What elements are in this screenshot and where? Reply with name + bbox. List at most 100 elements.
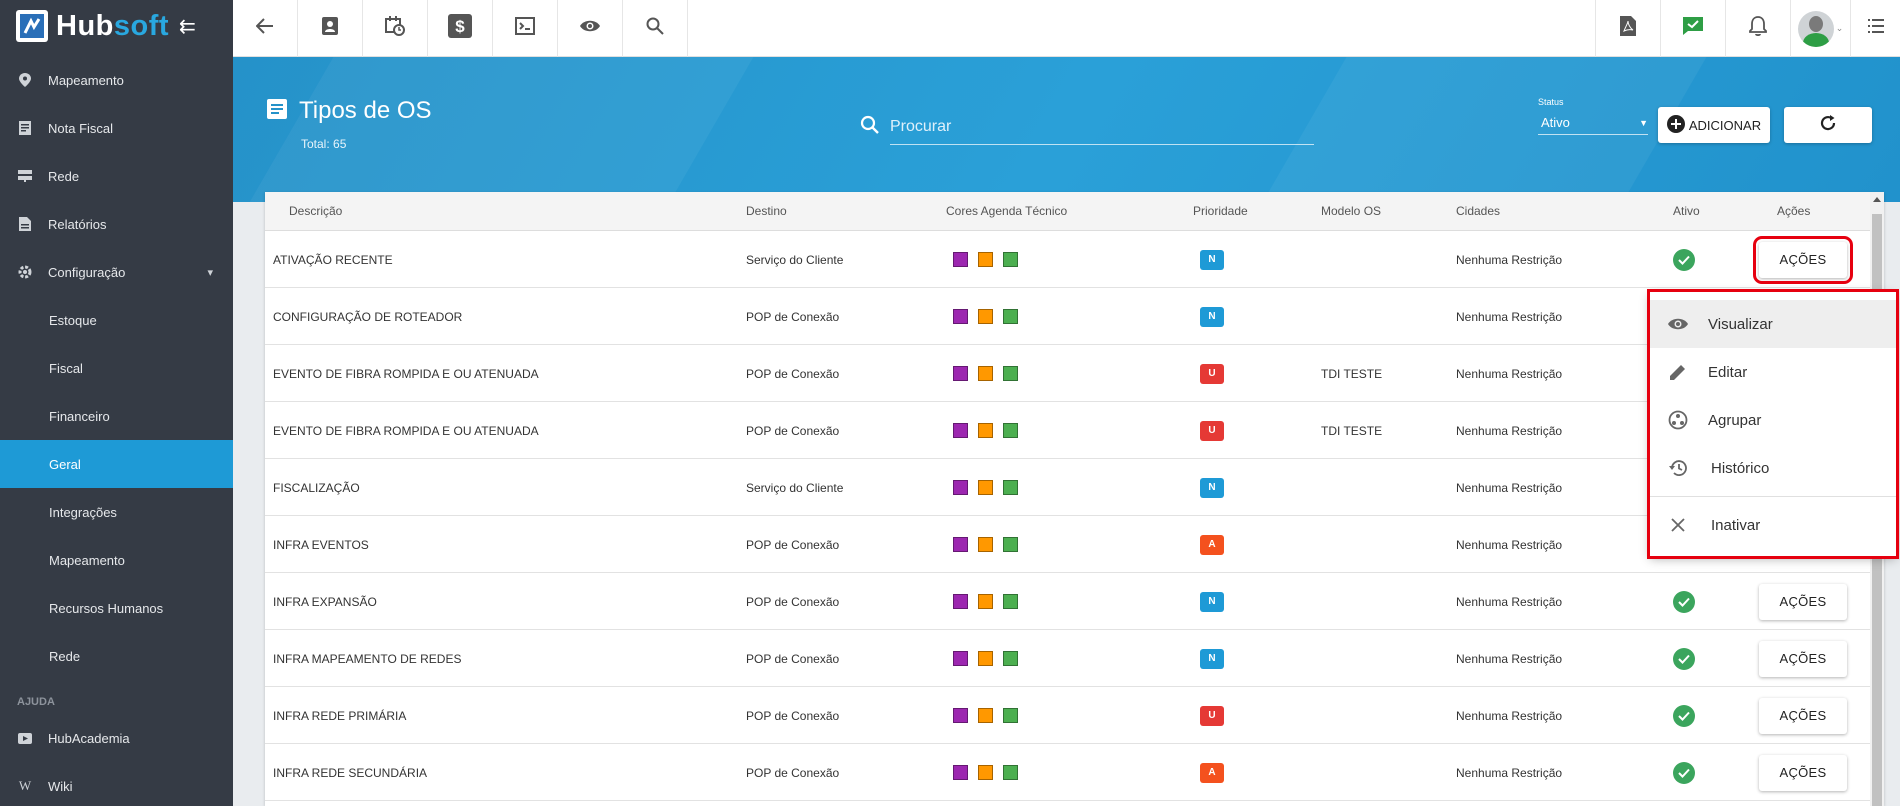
color-swatch (953, 708, 968, 723)
check-circle-icon (1673, 248, 1695, 271)
table-row[interactable]: INFRA MAPEAMENTO DE REDES POP de Conexão N… (265, 630, 1884, 687)
color-swatch (978, 651, 993, 666)
table-row[interactable]: CONFIGURAÇÃO DE ROTEADOR POP de Conexão N N… (265, 288, 1884, 345)
sidebar-item-hubacademia[interactable]: HubAcademia (0, 714, 233, 762)
color-swatch (978, 708, 993, 723)
server-icon (18, 169, 32, 183)
actions-button[interactable]: AÇÕES (1759, 754, 1847, 791)
actions-button[interactable]: AÇÕES (1759, 583, 1847, 620)
cell-ativo (1673, 231, 1695, 288)
schedule-button[interactable] (363, 0, 428, 57)
search-button[interactable] (623, 0, 688, 57)
add-button[interactable]: ADICIONAR (1658, 107, 1770, 143)
history-icon (1666, 459, 1690, 477)
sidebar-subitem-geral[interactable]: Geral (0, 440, 233, 488)
column-header-ativo[interactable]: Ativo (1673, 204, 1700, 218)
actions-button[interactable]: AÇÕES (1759, 640, 1847, 677)
cell-descricao: INFRA REDE SECUNDÁRIA (273, 765, 428, 780)
table-row[interactable]: INFRA REDE PRIMÁRIA POP de Conexão U Nenhum… (265, 687, 1884, 744)
cell-cores (953, 573, 1018, 630)
sidebar-item-wiki[interactable]: W Wiki (0, 762, 233, 806)
search-icon (646, 17, 664, 40)
actions-button[interactable]: AÇÕES (1759, 697, 1847, 734)
brand-name: Hubsoft (56, 9, 170, 42)
cell-acoes: AÇÕES (1753, 231, 1853, 288)
contact-card-icon (322, 17, 338, 40)
sidebar-subitem-estoque[interactable]: Estoque (0, 296, 233, 344)
list-menu-button[interactable] (1850, 0, 1900, 57)
menu-item-inativar[interactable]: Inativar (1650, 501, 1896, 549)
menu-item-label: Agrupar (1708, 411, 1762, 429)
search-input[interactable] (890, 109, 1314, 145)
column-header-cidades[interactable]: Cidades (1456, 204, 1500, 218)
gear-icon (18, 265, 32, 279)
actions-button[interactable]: AÇÕES (1753, 235, 1853, 284)
status-value: Ativo (1541, 115, 1570, 130)
color-swatch (978, 765, 993, 780)
table-row[interactable]: EVENTO DE FIBRA ROMPIDA E OU ATENUADA POP… (265, 402, 1884, 459)
cell-prioridade: A (1200, 516, 1224, 573)
color-swatch (1003, 651, 1018, 666)
table-row[interactable]: ATIVAÇÃO RECENTE Serviço do Cliente N Nenhu… (265, 231, 1884, 288)
bell-icon (1749, 16, 1767, 41)
sidebar-subitem-integracoes[interactable]: Integrações (0, 488, 233, 536)
page-title-wrap: Tipos de OS (267, 97, 432, 125)
sidebar-subitem-recursos-humanos[interactable]: Recursos Humanos (0, 584, 233, 632)
cell-destino: POP de Conexão (746, 708, 840, 723)
sidebar-item-label: Integrações (49, 504, 117, 520)
cell-cidades: Nenhuma Restrição (1456, 594, 1563, 609)
color-swatch (1003, 309, 1018, 324)
column-header-prioridade[interactable]: Prioridade (1193, 204, 1248, 218)
color-swatch (978, 480, 993, 495)
sidebar-subitem-mapeamento[interactable]: Mapeamento (0, 536, 233, 584)
table-row[interactable]: INFRA EXPANSÃO POP de Conexão N Nenhuma Res… (265, 573, 1884, 630)
menu-item-historico[interactable]: Histórico (1650, 444, 1896, 492)
sidebar-item-label: Estoque (49, 312, 97, 328)
column-header-modelo[interactable]: Modelo OS (1321, 204, 1381, 218)
refresh-button[interactable] (1784, 107, 1872, 143)
priority-badge: N (1200, 591, 1224, 612)
back-button[interactable] (233, 0, 298, 57)
menu-item-editar[interactable]: Editar (1650, 348, 1896, 396)
calendar-clock-icon (385, 16, 405, 41)
cell-cidades: Nenhuma Restrição (1456, 651, 1563, 666)
menu-item-label: Inativar (1711, 516, 1761, 534)
financial-button[interactable]: $ (428, 0, 493, 57)
column-header-cores[interactable]: Cores Agenda Técnico (946, 204, 1067, 218)
menu-item-agrupar[interactable]: Agrupar (1650, 396, 1896, 444)
table-row[interactable]: INFRA REDE SECUNDÁRIA POP de Conexão A Nenh… (265, 744, 1884, 801)
table-row[interactable]: EVENTO DE FIBRA ROMPIDA E OU ATENUADA POP… (265, 345, 1884, 402)
brand[interactable]: Hubsoft ⇇ (0, 0, 233, 52)
sidebar-item-configuracao[interactable]: Configuração ▾ (0, 248, 233, 296)
sidebar-subitem-financeiro[interactable]: Financeiro (0, 392, 233, 440)
table-row[interactable]: INFRA EVENTOS POP de Conexão A Nenhuma Rest… (265, 516, 1884, 573)
sidebar-item-mapeamento[interactable]: Mapeamento (0, 56, 233, 104)
view-button[interactable] (558, 0, 623, 57)
color-swatch (1003, 480, 1018, 495)
chat-button[interactable] (1660, 0, 1725, 57)
user-menu[interactable]: ⌄ (1790, 0, 1850, 57)
table-row[interactable]: FISCALIZAÇÃO Serviço do Cliente N Nenhuma R… (265, 459, 1884, 516)
sidebar-subitem-rede[interactable]: Rede (0, 632, 233, 680)
chevron-down-icon: ⌄ (1835, 23, 1844, 33)
column-header-descricao[interactable]: Descrição (289, 204, 342, 218)
terminal-button[interactable] (493, 0, 558, 57)
notifications-button[interactable] (1725, 0, 1790, 57)
cell-cores (953, 630, 1018, 687)
sidebar-item-relatorios[interactable]: Relatórios (0, 200, 233, 248)
contacts-button[interactable] (298, 0, 363, 57)
menu-item-label: Histórico (1711, 459, 1770, 477)
search-icon (860, 115, 880, 140)
column-header-destino[interactable]: Destino (746, 204, 787, 218)
sidebar-item-label: Wiki (48, 778, 73, 794)
sidebar-item-nota-fiscal[interactable]: Nota Fiscal (0, 104, 233, 152)
sidebar-item-rede[interactable]: Rede (0, 152, 233, 200)
sidebar-subitem-fiscal[interactable]: Fiscal (0, 344, 233, 392)
sidebar-item-label: Fiscal (49, 360, 83, 376)
cell-destino: POP de Conexão (746, 309, 840, 324)
menu-item-visualizar[interactable]: Visualizar (1650, 300, 1896, 348)
pdf-button[interactable] (1595, 0, 1660, 57)
status-select[interactable]: Ativo ▼ (1538, 111, 1648, 135)
scroll-up-arrow-icon[interactable] (1873, 197, 1881, 202)
collapse-sidebar-icon[interactable]: ⇇ (179, 14, 196, 39)
